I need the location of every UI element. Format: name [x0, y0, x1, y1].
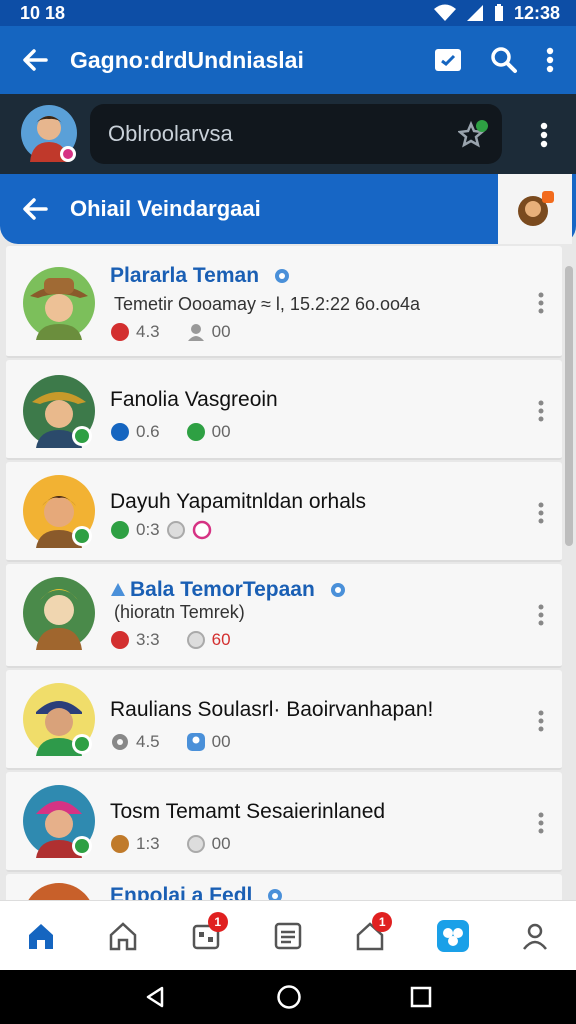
notification-badge: 1 [372, 911, 393, 932]
emoji-icon [192, 520, 211, 540]
system-nav-bar [0, 970, 576, 1024]
list-item[interactable]: Dayuh Yapamitnldan orhals 0:3 [6, 462, 562, 562]
verified-icon [330, 583, 345, 598]
nav-list[interactable] [264, 912, 312, 960]
contact-avatar [23, 375, 95, 448]
person-icon [186, 733, 205, 751]
nav-home-active[interactable] [17, 912, 65, 960]
user-avatar[interactable] [20, 104, 78, 162]
wifi-icon [433, 4, 456, 21]
contact-name: Fanolia Vasgreoin [110, 388, 278, 411]
contact-stats: 0.6 00 [110, 422, 231, 442]
group-thumbnail[interactable] [498, 174, 572, 244]
signal-icon [466, 5, 483, 21]
contact-name: Plararla Teman [110, 264, 291, 288]
sub-header-title: Ohiail Veindargaai [70, 196, 261, 221]
contact-stats: 4.3 00 [110, 322, 231, 342]
arrow-left-icon [23, 198, 48, 220]
home-circle-icon[interactable] [276, 984, 302, 1010]
back-button[interactable] [0, 48, 70, 72]
coin-icon [111, 835, 129, 853]
contact-avatar [23, 683, 95, 756]
star-icon[interactable] [458, 120, 488, 150]
shield-icon [186, 631, 205, 649]
shield-icon [166, 521, 185, 539]
item-more-icon[interactable] [538, 292, 544, 314]
contact-name: Bala TemorTepaan [110, 578, 347, 602]
list-item[interactable]: Tosm Temamt Sesaierinlaned 1:3 00 [6, 772, 562, 872]
arrow-left-icon [23, 49, 48, 71]
item-more-icon[interactable] [538, 710, 544, 732]
nav-alerts[interactable]: 1 [346, 911, 394, 960]
contact-avatar [23, 267, 95, 340]
contact-list: Plararla Teman Temetir Oooamay ≈ l, 15.2… [6, 246, 562, 900]
recents-square-icon[interactable] [410, 986, 432, 1008]
contact-stats: 4.5 00 [110, 732, 231, 752]
compose-icon[interactable] [434, 47, 462, 73]
contact-stats: 1:3 00 [110, 834, 231, 854]
battery-icon [494, 4, 503, 21]
group-avatar-icon [518, 191, 554, 226]
list-item[interactable]: Bala TemorTepaan (hioratn Temrek) 3:3 60 [6, 564, 562, 668]
sub-header: Ohiail Veindargaai [0, 174, 576, 244]
verified-icon [274, 269, 289, 284]
profile-icon [522, 923, 547, 950]
search-icon[interactable] [490, 46, 518, 74]
conversation-input[interactable]: Oblroolarvsa [90, 104, 502, 164]
conversation-more-icon[interactable] [540, 122, 548, 148]
contact-name: Tosm Temamt Sesaierinlaned [110, 800, 386, 823]
check-status-icon [111, 521, 129, 539]
app-bar: Gagno:drdUndniaslai [0, 26, 576, 94]
list-item[interactable]: Plararla Teman Temetir Oooamay ≈ l, 15.2… [6, 246, 562, 358]
home-icon [110, 921, 137, 950]
sub-back-button[interactable] [0, 197, 70, 221]
back-triangle-icon[interactable] [144, 985, 168, 1009]
status-bar: 10 18 12:38 [0, 0, 576, 26]
nav-community[interactable] [429, 912, 477, 960]
person-icon [187, 324, 204, 341]
tag-icon [111, 583, 125, 597]
contact-name: Enpolai a Fedl [110, 884, 284, 900]
contact-avatar [28, 883, 90, 900]
status-time: 10 18 [20, 2, 66, 23]
scrollbar[interactable] [565, 266, 573, 546]
item-more-icon[interactable] [538, 604, 544, 626]
nav-games[interactable]: 1 [182, 911, 230, 960]
verified-icon [268, 889, 283, 900]
conversation-bar: Oblroolarvsa [0, 94, 576, 178]
item-more-icon[interactable] [538, 812, 544, 834]
list-icon [274, 922, 302, 949]
app-title: Gagno:drdUndniaslai [70, 46, 304, 73]
contact-name: Raulians Soulasrl· Baoirvanhapan! [110, 698, 434, 721]
heart-icon [111, 323, 129, 341]
contact-avatar [23, 475, 95, 548]
list-item[interactable]: Raulians Soulasrl· Baoirvanhapan! 4.5 00 [6, 670, 562, 770]
more-vertical-icon[interactable] [546, 47, 554, 73]
contact-subtitle: (hioratn Temrek) [114, 602, 245, 622]
bottom-nav: 1 1 [0, 900, 576, 970]
nav-profile[interactable] [511, 912, 559, 960]
gear-icon [112, 734, 128, 750]
blue-status-icon [111, 423, 129, 441]
contact-subtitle: Temetir Oooamay ≈ l, 15.2:22 6o.oo4a [114, 294, 421, 314]
nav-home[interactable] [99, 912, 147, 960]
list-item[interactable]: Fanolia Vasgreoin 0.6 00 [6, 360, 562, 460]
conversation-input-text: Oblroolarvsa [108, 121, 233, 146]
home-filled-icon [29, 923, 54, 949]
heart-icon [111, 631, 129, 649]
item-more-icon[interactable] [538, 502, 544, 524]
list-item[interactable]: Enpolai a Fedl [6, 874, 562, 900]
notification-badge: 1 [207, 911, 228, 932]
status-clock: 12:38 [513, 2, 560, 23]
shield-icon [186, 835, 205, 853]
contact-name: Dayuh Yapamitnldan orhals [110, 490, 367, 513]
item-more-icon[interactable] [538, 400, 544, 422]
contact-avatar [23, 577, 95, 650]
community-icon [436, 919, 469, 952]
contact-stats: 3:3 60 [110, 630, 231, 650]
green-status-icon [186, 423, 205, 441]
contact-stats: 0:3 [110, 520, 212, 540]
contact-avatar [23, 785, 95, 858]
